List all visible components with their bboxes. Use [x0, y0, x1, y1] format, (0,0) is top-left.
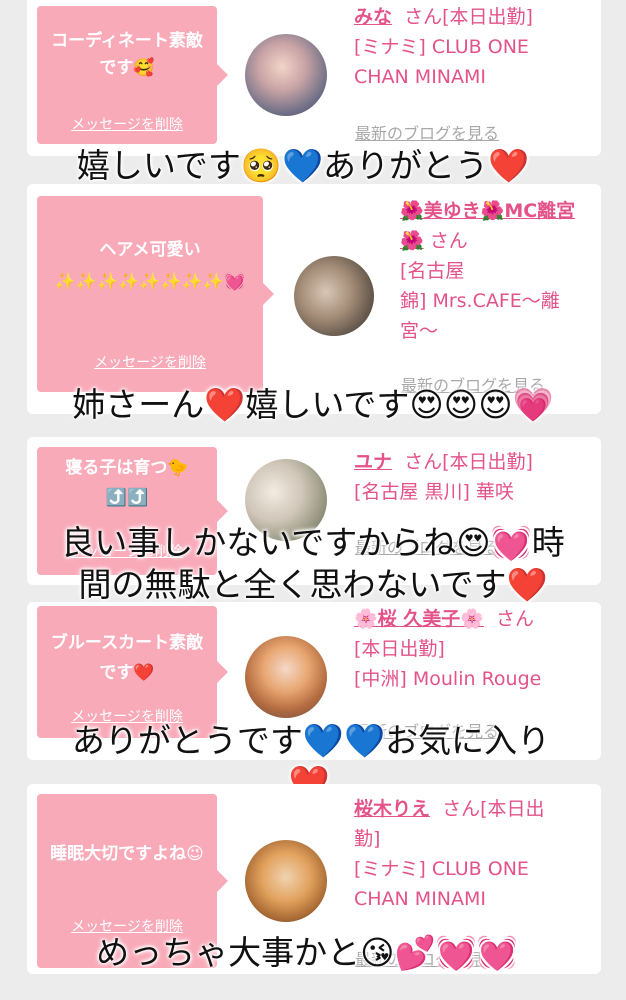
message-text: 寝る子は育つ🐤⤴️⤴️ [65, 458, 189, 508]
profile-info: ユナ さん[本日出勤] [名古屋 黒川] 華咲 [354, 447, 604, 507]
shop-line: CHAN MINAMI [354, 66, 487, 88]
message-text: 睡眠大切ですよね😉 [50, 844, 204, 864]
message-bubble: ブルースカート素敵です❤️ メッセージを削除 [37, 606, 228, 738]
delete-message-link[interactable]: メッセージを削除 [37, 350, 263, 377]
avatar[interactable] [245, 636, 327, 718]
shop-line: 宮〜 [400, 320, 439, 342]
profile-name-link[interactable]: みな [354, 6, 392, 28]
status-text: さん[本日出勤] [404, 6, 533, 28]
profile-name-link[interactable]: 🌸桜 久美子🌸 [354, 608, 484, 630]
shop-line: [名古屋 黒川] 華咲 [354, 481, 514, 503]
shop-line: 錦] Mrs.CAFE〜離 [400, 290, 560, 312]
message-text: ヘアメ可愛い✨✨✨✨✨✨✨✨💓 [54, 240, 246, 292]
profile-name-link[interactable]: 桜木りえ [354, 798, 430, 820]
caption-overlay: 嬉しいです🥺💙ありがとう❤️ [76, 146, 530, 185]
shop-line: [名古屋 [400, 260, 465, 282]
shop-line: [ミナミ] CLUB ONE [354, 36, 529, 58]
profile-info: 🌺美ゆき🌺MC離宮🌺 さん [名古屋 錦] Mrs.CAFE〜離 宮〜 [400, 196, 605, 346]
latest-blog-link[interactable]: 最新のブログを見る [355, 120, 499, 144]
delete-message-link[interactable]: メッセージを削除 [37, 112, 217, 139]
avatar[interactable] [294, 256, 374, 336]
avatar[interactable] [245, 840, 327, 922]
profile-name-link[interactable]: 🌺美ゆき🌺MC離宮🌺 [400, 200, 575, 252]
message-bubble: コーディネート素敵です🥰 メッセージを削除 [37, 6, 228, 144]
message-card: コーディネート素敵です🥰 メッセージを削除 みな さん[本日出勤] [ミナミ] … [27, 0, 601, 156]
status-text: さん[本日出勤] [404, 451, 533, 473]
caption-overlay: 良い事しかないですからね😍💓時 [61, 523, 565, 562]
caption-overlay: ありがとうです💙💙お気に入り [71, 721, 551, 760]
shop-line: CHAN MINAMI [354, 888, 487, 910]
status-text: さん [429, 230, 468, 252]
profile-info: みな さん[本日出勤] [ミナミ] CLUB ONE CHAN MINAMI [354, 2, 594, 92]
profile-name-link[interactable]: ユナ [354, 451, 392, 473]
status-text: さん [496, 608, 535, 630]
message-bubble: ヘアメ可愛い✨✨✨✨✨✨✨✨💓 メッセージを削除 [37, 196, 274, 392]
status-text: さん[本日出 [442, 798, 545, 820]
profile-info: 桜木りえ さん[本日出 勤] [ミナミ] CLUB ONE CHAN MINAM… [354, 794, 604, 914]
shop-line: [本日出勤] [354, 638, 445, 660]
profile-info: 🌸桜 久美子🌸 さん [本日出勤] [中洲] Moulin Rouge [354, 604, 604, 694]
shop-line: [ミナミ] CLUB ONE [354, 858, 529, 880]
caption-overlay: めっちゃ大事かと😘💕💓💓 [96, 933, 518, 972]
message-text: ブルースカート素敵です❤️ [50, 633, 204, 683]
shop-line: 勤] [354, 828, 381, 850]
message-card: ヘアメ可愛い✨✨✨✨✨✨✨✨💓 メッセージを削除 🌺美ゆき🌺MC離宮🌺 さん [… [27, 184, 601, 414]
message-text: コーディネート素敵です🥰 [51, 31, 203, 78]
caption-overlay: 姉さーん❤️嬉しいです😍😍😍💗 [72, 385, 554, 424]
avatar[interactable] [245, 34, 327, 116]
shop-line: [中洲] Moulin Rouge [354, 668, 542, 690]
caption-overlay: 間の無駄と全く思わないです❤️ [78, 565, 548, 604]
